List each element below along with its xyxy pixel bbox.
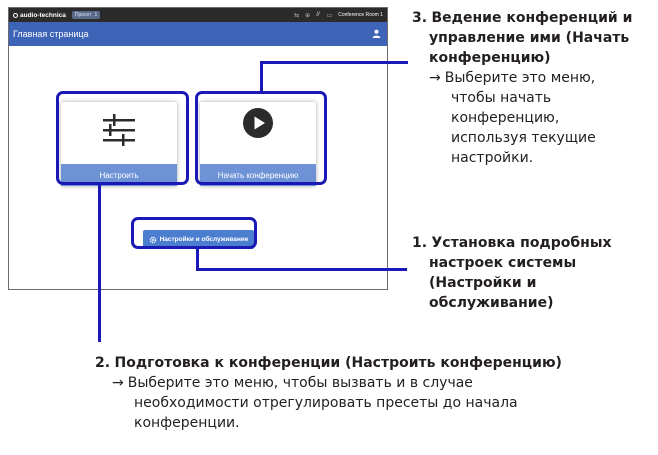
annotation-1: 1. Установка подробных настроек системы …	[412, 233, 612, 313]
page-header: Главная страница	[9, 22, 387, 46]
annotation-2-heading: Подготовка к конференции (Настроить конф…	[114, 355, 562, 371]
arrow-icon: →	[429, 70, 441, 86]
annotation-3-desc-2: чтобы начать	[451, 90, 552, 106]
room-name: Conference Room 1	[338, 12, 383, 18]
status-icons: ⇆ ⊕ Ꮍ ▭ Conference Room 1	[294, 12, 383, 19]
preset-label: Пресет	[74, 12, 92, 18]
annotation-3-desc-3: конференцию,	[451, 110, 560, 126]
annotation-3-number: 3.	[412, 10, 428, 26]
brand-text: audio-technica	[20, 11, 66, 19]
brand-mark-icon	[13, 12, 18, 18]
annotation-3-heading-1: Ведение конференций и	[431, 10, 633, 26]
preset-number: 1	[94, 12, 98, 18]
connector-3-vertical	[260, 61, 263, 92]
page-title: Главная страница	[13, 29, 89, 39]
user-icon[interactable]	[372, 29, 381, 38]
annotation-1-heading-1: Установка подробных	[431, 235, 612, 251]
connector-3-horizontal	[260, 61, 408, 64]
annotation-3: 3. Ведение конференций и управление ими …	[412, 8, 632, 168]
maintenance-highlight-frame	[131, 217, 257, 249]
top-status-bar: audio-technica Пресет 1 ⇆ ⊕ Ꮍ ▭ Conferen…	[9, 8, 387, 22]
annotation-2-desc-3: конференции.	[134, 415, 240, 431]
annotation-2: 2. Подготовка к конференции (Настроить к…	[95, 353, 562, 433]
connector-1-horizontal	[196, 268, 407, 271]
usb-icon: ⇆	[294, 12, 300, 19]
annotation-3-heading-3: конференцию)	[429, 50, 551, 66]
annotation-1-heading-2: настроек системы	[429, 255, 577, 271]
annotation-3-desc-1: Выберите это меню,	[444, 70, 596, 86]
mic-icon: Ꮍ	[316, 11, 321, 18]
annotation-3-desc-5: настройки.	[451, 150, 534, 166]
preset-indicator[interactable]: Пресет 1	[71, 11, 101, 19]
annotation-3-desc-4: используя текущие	[451, 130, 596, 146]
brand-logo: audio-technica	[13, 12, 66, 19]
network-icon: ⊕	[305, 12, 311, 19]
annotation-2-number: 2.	[95, 355, 111, 371]
annotation-1-heading-3: (Настройки и	[429, 275, 537, 291]
annotation-3-heading-2: управление ими (Начать	[429, 30, 630, 46]
camera-icon: ▭	[326, 12, 333, 19]
setup-highlight-frame	[56, 91, 189, 185]
annotation-1-heading-4: обслуживание)	[429, 295, 554, 311]
arrow-icon: →	[112, 375, 124, 391]
annotation-1-number: 1.	[412, 235, 428, 251]
connector-2-vertical	[98, 184, 101, 342]
annotation-2-desc-1: Выберите это меню, чтобы вызвать и в слу…	[127, 375, 473, 391]
annotation-2-desc-2: необходимости отрегулировать пресеты до …	[134, 395, 518, 411]
start-highlight-frame	[195, 91, 327, 185]
